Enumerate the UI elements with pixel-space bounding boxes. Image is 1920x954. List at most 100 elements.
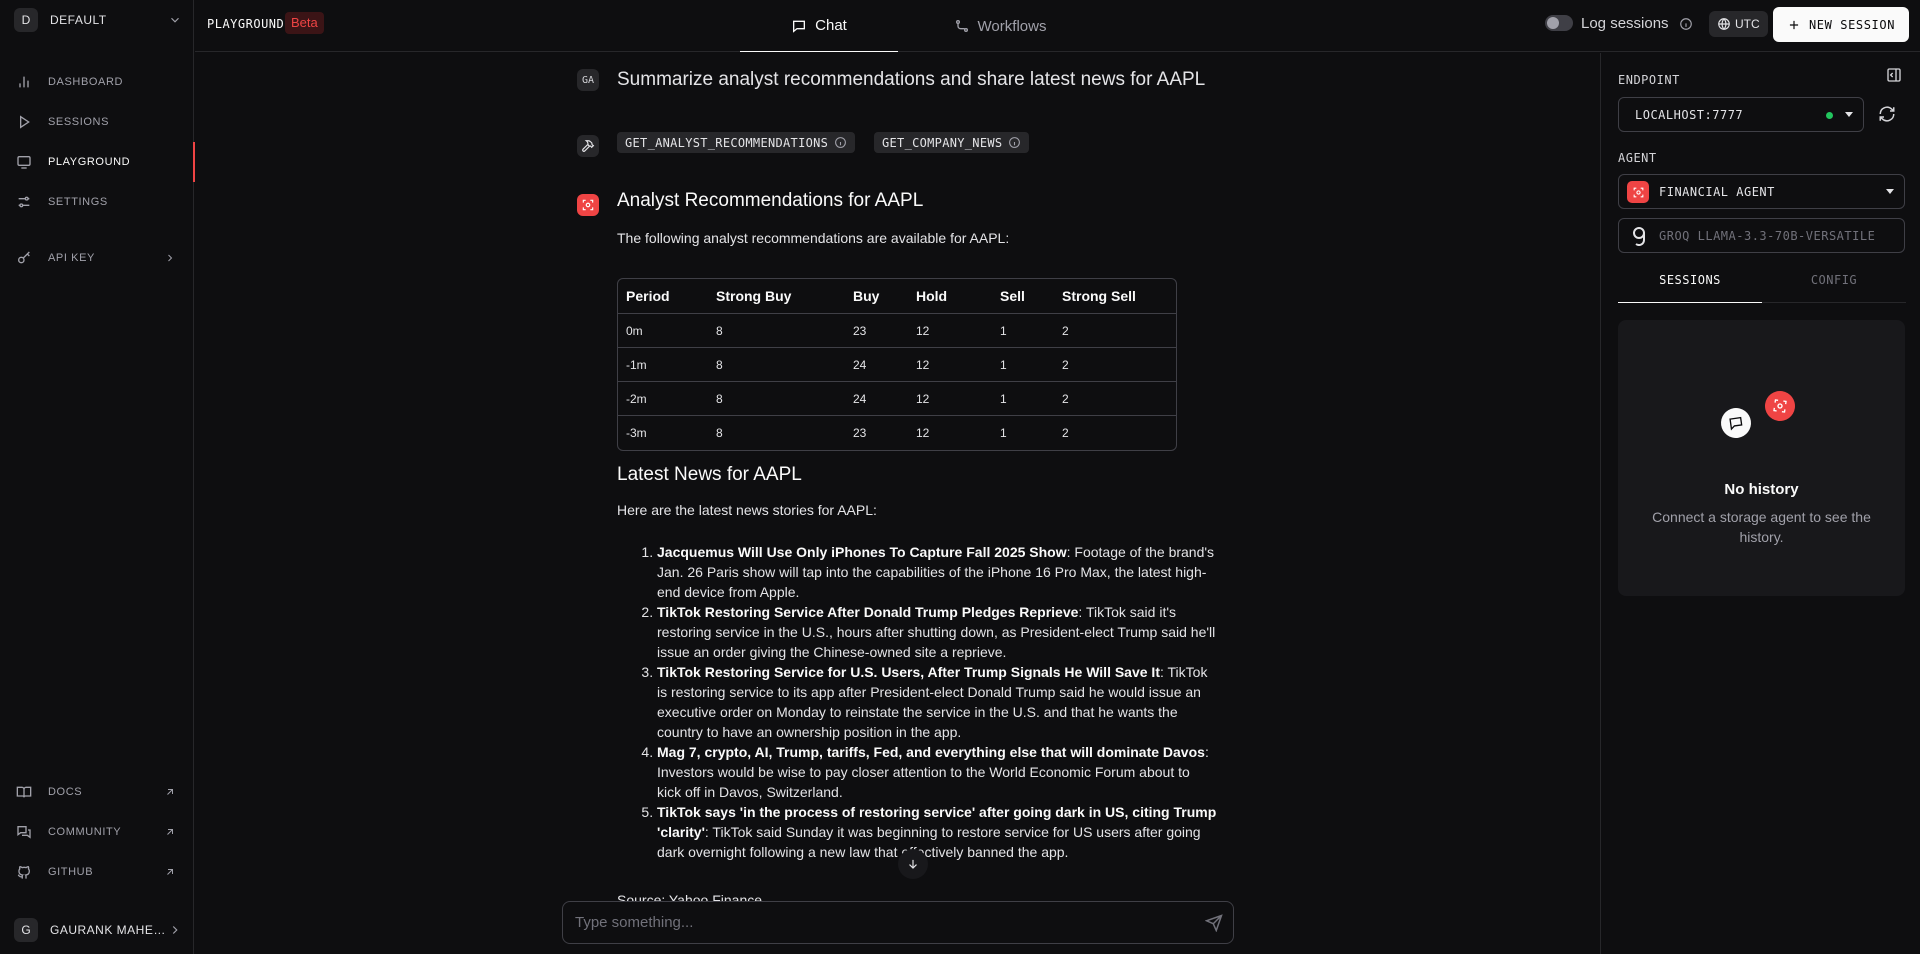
list-item: Jacquemus Will Use Only iPhones To Captu… [657, 542, 1217, 602]
agent-avatar [577, 194, 599, 216]
collapse-panel-icon[interactable] [1886, 67, 1902, 83]
agent-response: Analyst Recommendations for AAPL The fol… [617, 190, 1217, 908]
tool-call-chip[interactable]: GET_COMPANY_NEWS [874, 132, 1030, 153]
list-item: Mag 7, crypto, AI, Trump, tariffs, Fed, … [657, 742, 1217, 802]
sidebar-item-settings[interactable]: SETTINGS [0, 188, 194, 216]
user-message: Summarize analyst recommendations and sh… [617, 69, 1206, 90]
table-cell: 8 [708, 314, 845, 348]
empty-history-title: No history [1724, 481, 1799, 498]
tab-sessions[interactable]: SESSIONS [1618, 273, 1762, 303]
table-cell: 2 [1054, 382, 1176, 416]
chat-bubble-icon [793, 20, 806, 33]
agent-logo-badge [1763, 389, 1797, 423]
sidebar-item-label: SETTINGS [48, 196, 108, 208]
table-cell: 2 [1054, 348, 1176, 382]
chevron-right-icon [172, 926, 178, 934]
chat-input[interactable] [575, 914, 1185, 931]
table-cell: 24 [845, 348, 908, 382]
column-header: Strong Sell [1054, 279, 1176, 314]
sidebar-item-label: DASHBOARD [48, 76, 124, 88]
empty-history-card: No history Connect a storage agent to se… [1618, 320, 1905, 596]
sidebar-link-github[interactable]: GITHUB [0, 858, 194, 886]
sidebar: D DEFAULT DASHBOARD SESSIONS PLAYGROUND … [0, 0, 195, 954]
table-cell: -1m [618, 348, 708, 382]
endpoint-select[interactable]: LOCALHOST:7777 [1618, 97, 1864, 132]
news-title: TikTok Restoring Service for U.S. Users,… [657, 664, 1160, 680]
workspace-selector[interactable]: D DEFAULT [14, 8, 182, 32]
column-header: Sell [992, 279, 1054, 314]
workflow-icon [955, 20, 968, 32]
chevron-right-icon [168, 254, 173, 262]
sidebar-item-label: SESSIONS [48, 116, 110, 128]
sidebar-item-dashboard[interactable]: DASHBOARD [0, 68, 194, 96]
chat-bubble-badge [1719, 406, 1753, 440]
endpoint-label: ENDPOINT [1618, 73, 1680, 87]
table-row: -2m 8 24 12 1 2 [618, 382, 1176, 416]
table-cell: 12 [908, 382, 992, 416]
table-cell: 1 [992, 314, 1054, 348]
sidebar-item-api-key[interactable]: API KEY [0, 244, 194, 272]
list-item: TikTok says 'in the process of restoring… [657, 802, 1217, 862]
sliders-icon [18, 196, 30, 208]
table-cell: 8 [708, 382, 845, 416]
list-item: TikTok Restoring Service for U.S. Users,… [657, 662, 1217, 742]
refresh-icon[interactable] [1878, 105, 1896, 123]
sidebar-item-playground[interactable]: PLAYGROUND [0, 142, 195, 182]
response-heading: Analyst Recommendations for AAPL [617, 190, 924, 211]
timezone-button[interactable]: UTC [1709, 11, 1768, 37]
agent-logo-icon [582, 199, 594, 211]
tool-avatar [577, 135, 599, 157]
response-paragraph: The following analyst recommendations ar… [617, 230, 1010, 246]
table-cell: 0m [618, 314, 708, 348]
table-cell: 2 [1062, 426, 1069, 440]
table-cell: 1 [992, 348, 1054, 382]
agent-select[interactable]: FINANCIAL AGENT [1618, 174, 1905, 209]
sidebar-link-docs[interactable]: DOCS [0, 778, 194, 806]
agent-logo [1627, 181, 1649, 203]
model-field: GROQ LLAMA-3.3-70B-VERSATILE [1618, 218, 1905, 253]
news-title: TikTok Restoring Service After Donald Tr… [657, 604, 1079, 620]
table-cell: 1 [992, 382, 1054, 416]
messages-icon [17, 826, 31, 839]
tab-config[interactable]: CONFIG [1762, 273, 1906, 303]
table-row: 0m 8 23 12 1 2 [618, 314, 1176, 348]
user-menu[interactable]: G GAURANK MAHESHWARI [14, 918, 182, 942]
scroll-to-bottom-button[interactable] [898, 849, 928, 879]
sidebar-link-label: DOCS [48, 786, 83, 798]
sidebar-item-sessions[interactable]: SESSIONS [0, 108, 194, 136]
agent-value: FINANCIAL AGENT [1659, 184, 1775, 199]
external-link-icon [167, 789, 173, 795]
recommendations-table: Period Strong Buy Buy Hold Sell Strong S… [617, 278, 1177, 451]
new-session-button[interactable]: NEW SESSION [1773, 7, 1909, 42]
chat-icon [17, 156, 31, 169]
tab-chat[interactable]: Chat [740, 0, 898, 52]
column-header: Period [618, 279, 708, 314]
sidebar-link-community[interactable]: COMMUNITY [0, 818, 194, 846]
log-sessions-toggle[interactable] [1545, 15, 1573, 31]
response-heading: Latest News for AAPL [617, 464, 802, 485]
table-cell: 23 [853, 426, 867, 440]
arrow-down-icon [909, 859, 917, 869]
info-icon[interactable] [1679, 17, 1693, 31]
caret-down-icon [1886, 189, 1894, 194]
response-paragraph: Here are the latest news stories for AAP… [617, 502, 877, 518]
chat-area: GA Summarize analyst recommendations and… [195, 53, 1600, 954]
log-sessions-label: Log sessions [1581, 15, 1669, 32]
list-item: TikTok Restoring Service After Donald Tr… [657, 602, 1217, 662]
tab-workflows[interactable]: Workflows [930, 0, 1070, 52]
sidebar-link-label: GITHUB [48, 866, 94, 878]
send-icon[interactable] [1205, 914, 1223, 932]
app-root: D DEFAULT DASHBOARD SESSIONS PLAYGROUND … [0, 0, 1920, 954]
column-header: Buy [845, 279, 908, 314]
timezone-label: UTC [1735, 17, 1760, 31]
table-cell: 2 [1054, 314, 1176, 348]
user-name: GAURANK MAHESHWARI [50, 923, 168, 937]
plus-icon [1789, 20, 1799, 29]
table-cell: 8 [708, 348, 845, 382]
news-title: Jacquemus Will Use Only iPhones To Captu… [657, 544, 1067, 560]
table-cell: -3m [626, 426, 647, 440]
table-header-row: Period Strong Buy Buy Hold Sell Strong S… [618, 279, 1176, 314]
table-cell: -2m [618, 382, 708, 416]
tool-call-chip[interactable]: GET_ANALYST_RECOMMENDATIONS [617, 132, 856, 153]
beta-badge: Beta [285, 12, 324, 34]
